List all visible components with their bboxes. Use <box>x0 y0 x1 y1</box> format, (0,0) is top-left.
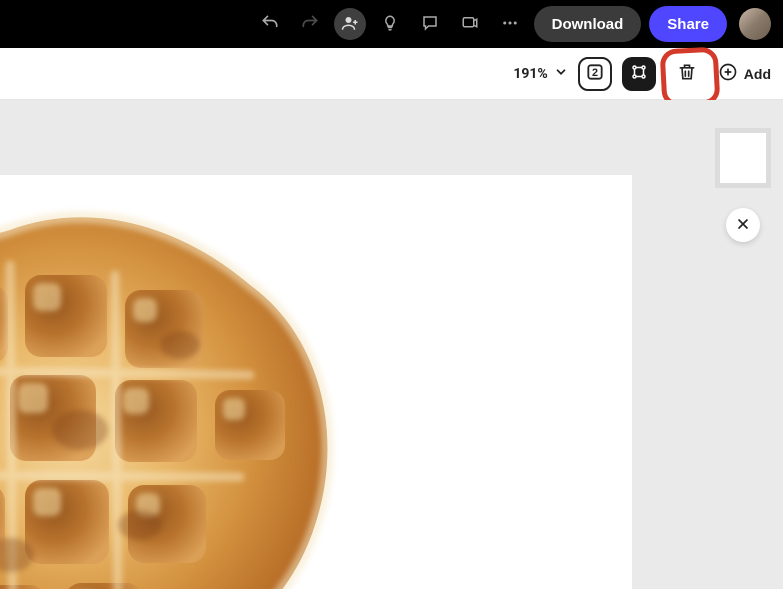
timeline-icon <box>630 63 648 84</box>
present-icon <box>461 14 479 35</box>
user-add-icon <box>341 14 359 35</box>
trash-icon <box>677 62 697 85</box>
page-2-button[interactable]: 2 <box>578 57 612 91</box>
more-button[interactable] <box>494 8 526 40</box>
chevron-down-icon <box>554 65 568 83</box>
page-thumbnail[interactable] <box>715 128 771 188</box>
close-icon <box>735 216 751 235</box>
svg-text:2: 2 <box>592 67 598 79</box>
undo-button[interactable] <box>254 8 286 40</box>
canvas-image[interactable] <box>0 175 360 589</box>
invite-user-button[interactable] <box>334 8 366 40</box>
artboard[interactable] <box>0 175 632 589</box>
timeline-button[interactable] <box>622 57 656 91</box>
add-page-button[interactable]: Add <box>718 62 771 85</box>
redo-button[interactable] <box>294 8 326 40</box>
sub-toolbar: 191% 2 Add <box>0 48 783 100</box>
more-icon <box>501 14 519 35</box>
close-thumbnails-button[interactable] <box>726 208 760 242</box>
present-button[interactable] <box>454 8 486 40</box>
delete-page-button[interactable] <box>670 57 704 91</box>
plus-circle-icon <box>718 62 738 85</box>
zoom-dropdown[interactable]: 191% <box>513 65 567 83</box>
page-count-icon: 2 <box>585 62 605 85</box>
page-thumbnail-panel <box>715 128 771 242</box>
avatar[interactable] <box>739 8 771 40</box>
comment-button[interactable] <box>414 8 446 40</box>
undo-icon <box>260 13 280 36</box>
zoom-level-label: 191% <box>513 66 547 82</box>
comment-icon <box>421 14 439 35</box>
top-toolbar: Download Share <box>0 0 783 48</box>
download-button[interactable]: Download <box>534 6 642 42</box>
redo-icon <box>300 13 320 36</box>
add-label: Add <box>744 66 771 82</box>
canvas-area <box>0 100 783 589</box>
lightbulb-icon <box>381 14 399 35</box>
share-button[interactable]: Share <box>649 6 727 42</box>
ideas-button[interactable] <box>374 8 406 40</box>
